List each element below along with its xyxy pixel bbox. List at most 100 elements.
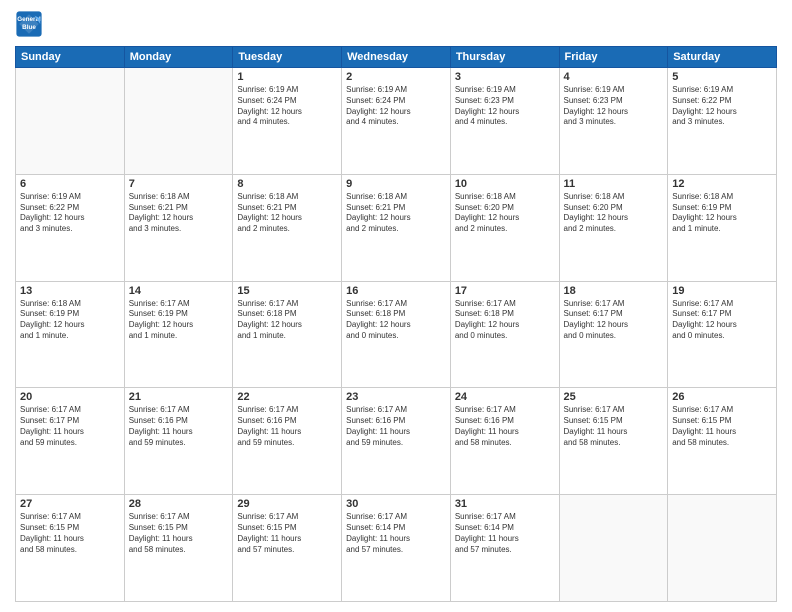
- calendar-cell: [559, 495, 668, 602]
- calendar-cell: 3 Sunrise: 6:19 AM Sunset: 6:23 PM Daylig…: [450, 68, 559, 175]
- calendar-cell: 18Sunrise: 6:17 AM Sunset: 6:17 PM Dayli…: [559, 281, 668, 388]
- day-number: 31: [455, 498, 555, 510]
- weekday-header-tuesday: Tuesday: [233, 47, 342, 68]
- day-number: 21: [129, 391, 229, 403]
- day-info: Sunrise: 6:18 AM Sunset: 6:20 PM Dayligh…: [564, 192, 664, 235]
- day-info: Sunrise: 6:17 AM Sunset: 6:14 PM Dayligh…: [455, 512, 555, 555]
- calendar-cell: 26 Sunrise: 6:17 AM Sunset: 6:15 PM Dayli…: [668, 388, 777, 495]
- calendar-cell: 17 Sunrise: 6:17 AM Sunset: 6:18 PM Dayli…: [450, 281, 559, 388]
- day-number: 3: [455, 71, 555, 83]
- week-row-4: 20Sunrise: 6:17 AM Sunset: 6:17 PM Dayli…: [16, 388, 777, 495]
- calendar-cell: 22Sunrise: 6:17 AM Sunset: 6:16 PM Dayli…: [233, 388, 342, 495]
- day-number: 5: [672, 71, 772, 83]
- weekday-header-monday: Monday: [124, 47, 233, 68]
- calendar-cell: 16 Sunrise: 6:17 AM Sunset: 6:18 PM Dayli…: [342, 281, 451, 388]
- day-info: Sunrise: 6:17 AM Sunset: 6:16 PM Dayligh…: [455, 405, 555, 448]
- calendar-cell: 4 Sunrise: 6:19 AM Sunset: 6:23 PM Daylig…: [559, 68, 668, 175]
- day-number: 19: [672, 285, 772, 297]
- day-number: 27: [20, 498, 120, 510]
- day-info: Sunrise: 6:17 AM Sunset: 6:14 PM Dayligh…: [346, 512, 446, 555]
- week-row-3: 13 Sunrise: 6:18 AM Sunset: 6:19 PM Dayli…: [16, 281, 777, 388]
- day-number: 28: [129, 498, 229, 510]
- day-number: 30: [346, 498, 446, 510]
- calendar-cell: [16, 68, 125, 175]
- header: General Blue: [15, 10, 777, 38]
- calendar-cell: 8 Sunrise: 6:18 AM Sunset: 6:21 PM Daylig…: [233, 174, 342, 281]
- weekday-header-friday: Friday: [559, 47, 668, 68]
- day-info: Sunrise: 6:18 AM Sunset: 6:19 PM Dayligh…: [672, 192, 772, 235]
- week-row-2: 6 Sunrise: 6:19 AM Sunset: 6:22 PM Daylig…: [16, 174, 777, 281]
- calendar-cell: 25 Sunrise: 6:17 AM Sunset: 6:15 PM Dayli…: [559, 388, 668, 495]
- weekday-header-thursday: Thursday: [450, 47, 559, 68]
- day-info: Sunrise: 6:17 AM Sunset: 6:16 PM Dayligh…: [129, 405, 229, 448]
- calendar-table: SundayMondayTuesdayWednesdayThursdayFrid…: [15, 46, 777, 602]
- calendar-cell: 14Sunrise: 6:17 AM Sunset: 6:19 PM Dayli…: [124, 281, 233, 388]
- day-info: Sunrise: 6:17 AM Sunset: 6:15 PM Dayligh…: [564, 405, 664, 448]
- day-info: Sunrise: 6:17 AM Sunset: 6:16 PM Dayligh…: [237, 405, 337, 448]
- day-info: Sunrise: 6:19 AM Sunset: 6:22 PM Dayligh…: [20, 192, 120, 235]
- calendar-cell: 29Sunrise: 6:17 AM Sunset: 6:15 PM Dayli…: [233, 495, 342, 602]
- day-number: 6: [20, 178, 120, 190]
- calendar-cell: 20Sunrise: 6:17 AM Sunset: 6:17 PM Dayli…: [16, 388, 125, 495]
- day-number: 12: [672, 178, 772, 190]
- calendar-cell: 21 Sunrise: 6:17 AM Sunset: 6:16 PM Dayli…: [124, 388, 233, 495]
- svg-text:Blue: Blue: [22, 24, 36, 31]
- calendar-cell: 11 Sunrise: 6:18 AM Sunset: 6:20 PM Dayli…: [559, 174, 668, 281]
- day-number: 15: [237, 285, 337, 297]
- calendar-cell: 9 Sunrise: 6:18 AM Sunset: 6:21 PM Daylig…: [342, 174, 451, 281]
- day-number: 7: [129, 178, 229, 190]
- day-info: Sunrise: 6:18 AM Sunset: 6:19 PM Dayligh…: [20, 299, 120, 342]
- calendar-cell: 30 Sunrise: 6:17 AM Sunset: 6:14 PM Dayli…: [342, 495, 451, 602]
- day-info: Sunrise: 6:17 AM Sunset: 6:18 PM Dayligh…: [455, 299, 555, 342]
- day-info: Sunrise: 6:19 AM Sunset: 6:24 PM Dayligh…: [346, 85, 446, 128]
- day-info: Sunrise: 6:19 AM Sunset: 6:24 PM Dayligh…: [237, 85, 337, 128]
- day-info: Sunrise: 6:17 AM Sunset: 6:16 PM Dayligh…: [346, 405, 446, 448]
- logo: General Blue: [15, 10, 47, 38]
- calendar-cell: [124, 68, 233, 175]
- weekday-header-row: SundayMondayTuesdayWednesdayThursdayFrid…: [16, 47, 777, 68]
- day-number: 16: [346, 285, 446, 297]
- calendar-cell: 15 Sunrise: 6:17 AM Sunset: 6:18 PM Dayli…: [233, 281, 342, 388]
- day-info: Sunrise: 6:19 AM Sunset: 6:23 PM Dayligh…: [564, 85, 664, 128]
- day-number: 24: [455, 391, 555, 403]
- calendar-cell: 5Sunrise: 6:19 AM Sunset: 6:22 PM Daylig…: [668, 68, 777, 175]
- day-number: 17: [455, 285, 555, 297]
- calendar-cell: 28 Sunrise: 6:17 AM Sunset: 6:15 PM Dayli…: [124, 495, 233, 602]
- calendar-cell: 6 Sunrise: 6:19 AM Sunset: 6:22 PM Daylig…: [16, 174, 125, 281]
- day-info: Sunrise: 6:18 AM Sunset: 6:21 PM Dayligh…: [346, 192, 446, 235]
- day-number: 13: [20, 285, 120, 297]
- day-number: 9: [346, 178, 446, 190]
- day-info: Sunrise: 6:17 AM Sunset: 6:17 PM Dayligh…: [564, 299, 664, 342]
- calendar-cell: [668, 495, 777, 602]
- day-info: Sunrise: 6:17 AM Sunset: 6:18 PM Dayligh…: [346, 299, 446, 342]
- day-info: Sunrise: 6:17 AM Sunset: 6:19 PM Dayligh…: [129, 299, 229, 342]
- calendar-cell: 24 Sunrise: 6:17 AM Sunset: 6:16 PM Dayli…: [450, 388, 559, 495]
- day-info: Sunrise: 6:17 AM Sunset: 6:18 PM Dayligh…: [237, 299, 337, 342]
- weekday-header-wednesday: Wednesday: [342, 47, 451, 68]
- calendar-cell: 19 Sunrise: 6:17 AM Sunset: 6:17 PM Dayli…: [668, 281, 777, 388]
- day-number: 26: [672, 391, 772, 403]
- day-number: 2: [346, 71, 446, 83]
- day-number: 4: [564, 71, 664, 83]
- day-info: Sunrise: 6:19 AM Sunset: 6:23 PM Dayligh…: [455, 85, 555, 128]
- day-number: 23: [346, 391, 446, 403]
- calendar-cell: 10 Sunrise: 6:18 AM Sunset: 6:20 PM Dayli…: [450, 174, 559, 281]
- day-info: Sunrise: 6:17 AM Sunset: 6:15 PM Dayligh…: [672, 405, 772, 448]
- calendar-cell: 1 Sunrise: 6:19 AM Sunset: 6:24 PM Daylig…: [233, 68, 342, 175]
- day-number: 25: [564, 391, 664, 403]
- calendar-cell: 7Sunrise: 6:18 AM Sunset: 6:21 PM Daylig…: [124, 174, 233, 281]
- day-info: Sunrise: 6:17 AM Sunset: 6:15 PM Dayligh…: [129, 512, 229, 555]
- day-info: Sunrise: 6:17 AM Sunset: 6:17 PM Dayligh…: [672, 299, 772, 342]
- week-row-5: 27 Sunrise: 6:17 AM Sunset: 6:15 PM Dayli…: [16, 495, 777, 602]
- day-number: 10: [455, 178, 555, 190]
- calendar-cell: 27Sunrise: 6:17 AM Sunset: 6:15 PM Dayli…: [16, 495, 125, 602]
- logo-icon: General Blue: [15, 10, 43, 38]
- weekday-header-sunday: Sunday: [16, 47, 125, 68]
- calendar-cell: 23 Sunrise: 6:17 AM Sunset: 6:16 PM Dayli…: [342, 388, 451, 495]
- day-number: 11: [564, 178, 664, 190]
- day-number: 1: [237, 71, 337, 83]
- day-number: 8: [237, 178, 337, 190]
- day-info: Sunrise: 6:18 AM Sunset: 6:20 PM Dayligh…: [455, 192, 555, 235]
- day-info: Sunrise: 6:18 AM Sunset: 6:21 PM Dayligh…: [237, 192, 337, 235]
- calendar-cell: 12 Sunrise: 6:18 AM Sunset: 6:19 PM Dayli…: [668, 174, 777, 281]
